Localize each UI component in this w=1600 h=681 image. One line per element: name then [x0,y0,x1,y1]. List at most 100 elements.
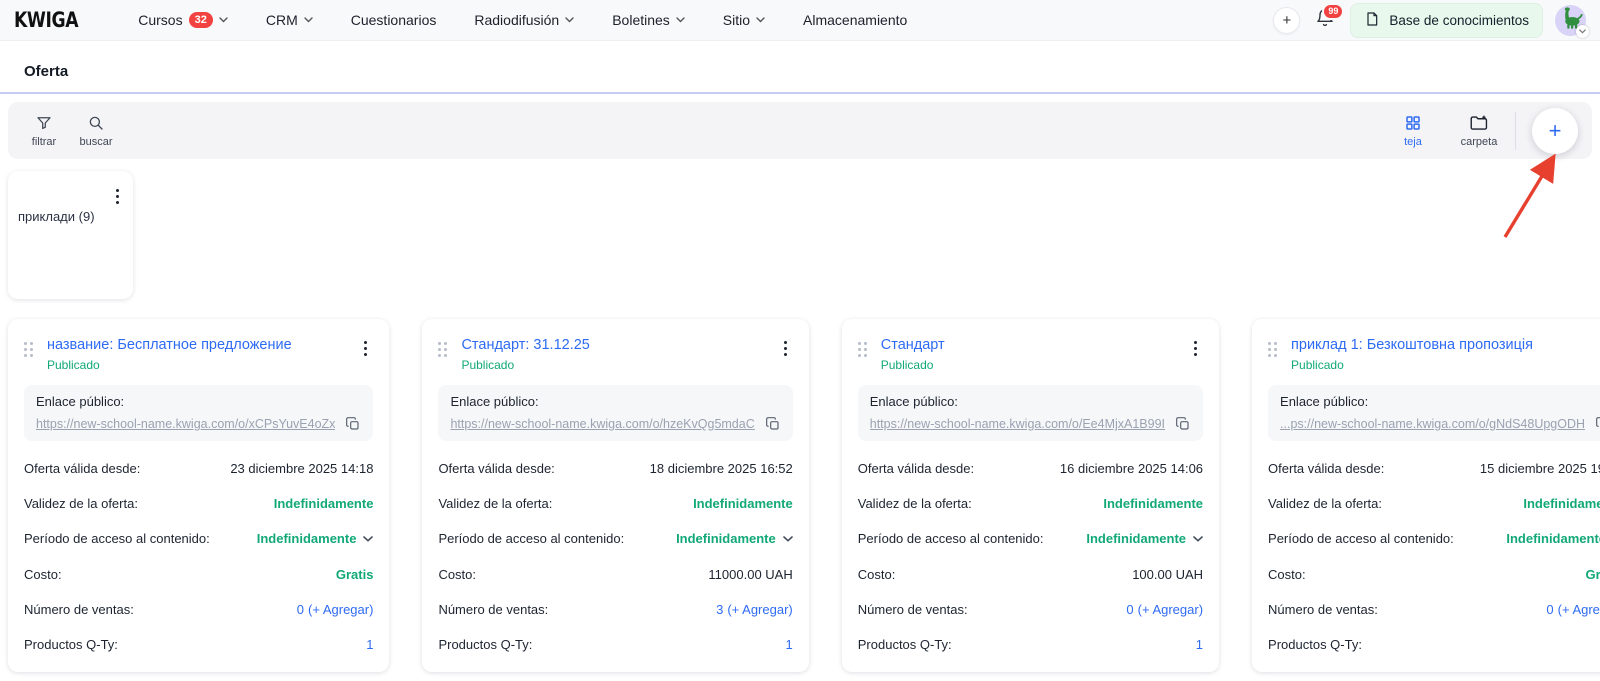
offer-products-row: Productos Q-Ty: 1 [438,637,792,652]
nav-item-crm[interactable]: CRM [266,12,313,28]
offer-status-badge: Publicado [881,358,1188,372]
row-label: Período de acceso al contenido: [438,531,624,546]
copy-icon[interactable] [1175,416,1191,432]
public-link-label: Enlace público: [870,394,1191,409]
copy-icon[interactable] [765,416,781,432]
offer-menu-button[interactable] [358,337,373,360]
notifications-button[interactable]: 99 [1312,7,1338,33]
offer-title-link[interactable]: приклад 1: Безкоштовна пропозиція [1291,337,1600,353]
offer-title-link[interactable]: название: Бесплатное предложение [47,337,358,353]
grid-view-button[interactable]: teja [1387,110,1439,152]
row-label: Número de ventas: [438,602,548,617]
drag-handle-icon[interactable] [24,342,33,357]
add-offer-button[interactable]: + [1532,108,1578,154]
nav-right-cluster: + 99 Base de conocimientos [1273,3,1586,38]
copy-icon[interactable] [345,416,361,432]
products-value: 1 [1196,637,1203,652]
search-button[interactable]: buscar [70,110,122,152]
row-label: Oferta válida desde: [24,461,140,476]
add-sale-link[interactable]: (+ Agregar) [308,602,373,617]
nav-item-radiodifusion[interactable]: Radiodifusión [474,12,574,28]
valid-from-value: 18 diciembre 2025 16:52 [650,461,793,476]
folder-menu-button[interactable] [110,185,125,208]
nav-item-label: Cuestionarios [351,12,437,28]
public-link-url[interactable]: https://new-school-name.kwiga.com/o/hzeK… [450,417,754,431]
sales-value: 0(+ Agregar) [297,602,374,617]
row-label: Período de acceso al contenido: [24,531,210,546]
drag-handle-icon[interactable] [438,342,447,357]
public-link-url[interactable]: https://new-school-name.kwiga.com/o/xCPs… [36,417,335,431]
products-value: 1 [366,637,373,652]
nav-item-label: Sitio [723,12,750,28]
chevron-down-icon [1193,536,1203,542]
nav-item-cuestionarios[interactable]: Cuestionarios [351,12,437,28]
row-label: Oferta válida desde: [1268,461,1384,476]
drag-handle-icon[interactable] [858,342,867,357]
add-sale-link[interactable]: (+ Agregar) [727,602,792,617]
offers-grid: название: Бесплатное предложение Publica… [8,319,1592,672]
offer-menu-button[interactable] [1188,337,1203,360]
offer-title-link[interactable]: Стандарт: 31.12.25 [461,337,777,353]
row-label: Costo: [438,567,476,582]
public-link-box: Enlace público: https://new-school-name.… [24,385,373,441]
user-avatar[interactable] [1555,5,1586,36]
offer-title-link[interactable]: Стандарт [881,337,1188,353]
access-period-value[interactable]: Indefinidamente [1086,531,1203,546]
access-period-value[interactable]: Indefinidamente [257,531,374,546]
filter-button[interactable]: filtrar [18,110,70,152]
access-period-value[interactable]: Indefinidamente [676,531,793,546]
offer-valid-from-row: Oferta válida desde: 23 diciembre 2025 1… [24,461,373,476]
chevron-down-icon [756,17,765,23]
knowledge-base-button[interactable]: Base de conocimientos [1350,3,1543,38]
nav-item-almacenamiento[interactable]: Almacenamiento [803,12,907,28]
nav-item-cursos[interactable]: Cursos 32 [138,12,228,28]
offer-access-period-row: Período de acceso al contenido: Indefini… [1268,531,1600,546]
sales-count: 3 [716,602,723,617]
row-label: Validez de la oferta: [858,496,972,511]
offer-cost-row: Costo: 100.00 UAH [858,567,1203,582]
sales-value: 3 (+ Agregar) [716,602,793,617]
add-sale-link[interactable]: (+ Agregar) [1558,602,1600,617]
offer-sales-row: Número de ventas: 0(+ Agregar) [24,602,373,617]
offer-card: Стандарт Publicado Enlace público: https… [842,319,1219,672]
search-icon [87,114,105,132]
filter-icon [35,114,53,132]
offer-cost-row: Costo: Gratis [1268,567,1600,582]
offer-menu-button[interactable] [778,337,793,360]
offer-access-period-row: Período de acceso al contenido: Indefini… [24,531,373,546]
offer-status-badge: Publicado [1291,358,1600,372]
row-label: Número de ventas: [24,602,134,617]
public-link-url[interactable]: https://new-school-name.kwiga.com/o/Ee4M… [870,417,1165,431]
folder-card[interactable]: приклади (9) [8,171,133,299]
products-value: 1 [786,637,793,652]
offer-valid-from-row: Oferta válida desde: 16 diciembre 2025 1… [858,461,1203,476]
kwiga-logo: KWIGA [14,8,78,32]
document-icon [1364,11,1380,30]
access-period-value[interactable]: Indefinidamente [1506,531,1600,546]
copy-icon[interactable] [1595,416,1600,432]
validity-value: Indefinidamente [1523,496,1600,511]
search-label: buscar [79,136,112,148]
offer-valid-from-row: Oferta válida desde: 15 diciembre 2025 1… [1268,461,1600,476]
nav-item-label: Cursos [138,12,182,28]
nav-item-boletines[interactable]: Boletines [612,12,685,28]
offer-card: название: Бесплатное предложение Publica… [8,319,389,672]
offer-validity-row: Validez de la oferta: Indefinidamente [1268,496,1600,511]
offer-sales-row: Número de ventas: 0(+ Agregar) [1268,602,1600,617]
add-sale-link[interactable]: (+ Agregar) [1138,602,1203,617]
quick-add-button[interactable]: + [1273,7,1300,34]
offer-access-period-row: Período de acceso al contenido: Indefini… [438,531,792,546]
main-nav: Cursos 32 CRM Cuestionarios Radiodifusió… [138,12,907,28]
offer-validity-row: Validez de la oferta: Indefinidamente [24,496,373,511]
valid-from-value: 23 diciembre 2025 14:18 [230,461,373,476]
folder-view-button[interactable]: carpeta [1453,110,1505,152]
public-link-url[interactable]: ...ps://new-school-name.kwiga.com/o/gNdS… [1280,417,1585,431]
cost-value: Gratis [336,567,374,582]
offer-products-row: Productos Q-Ty: 1 [858,637,1203,652]
avatar-chevron-icon [1576,25,1589,38]
nav-item-sitio[interactable]: Sitio [723,12,765,28]
offer-status-badge: Publicado [47,358,358,372]
drag-handle-icon[interactable] [1268,342,1277,357]
filter-label: filtrar [32,136,56,148]
row-label: Número de ventas: [858,602,968,617]
